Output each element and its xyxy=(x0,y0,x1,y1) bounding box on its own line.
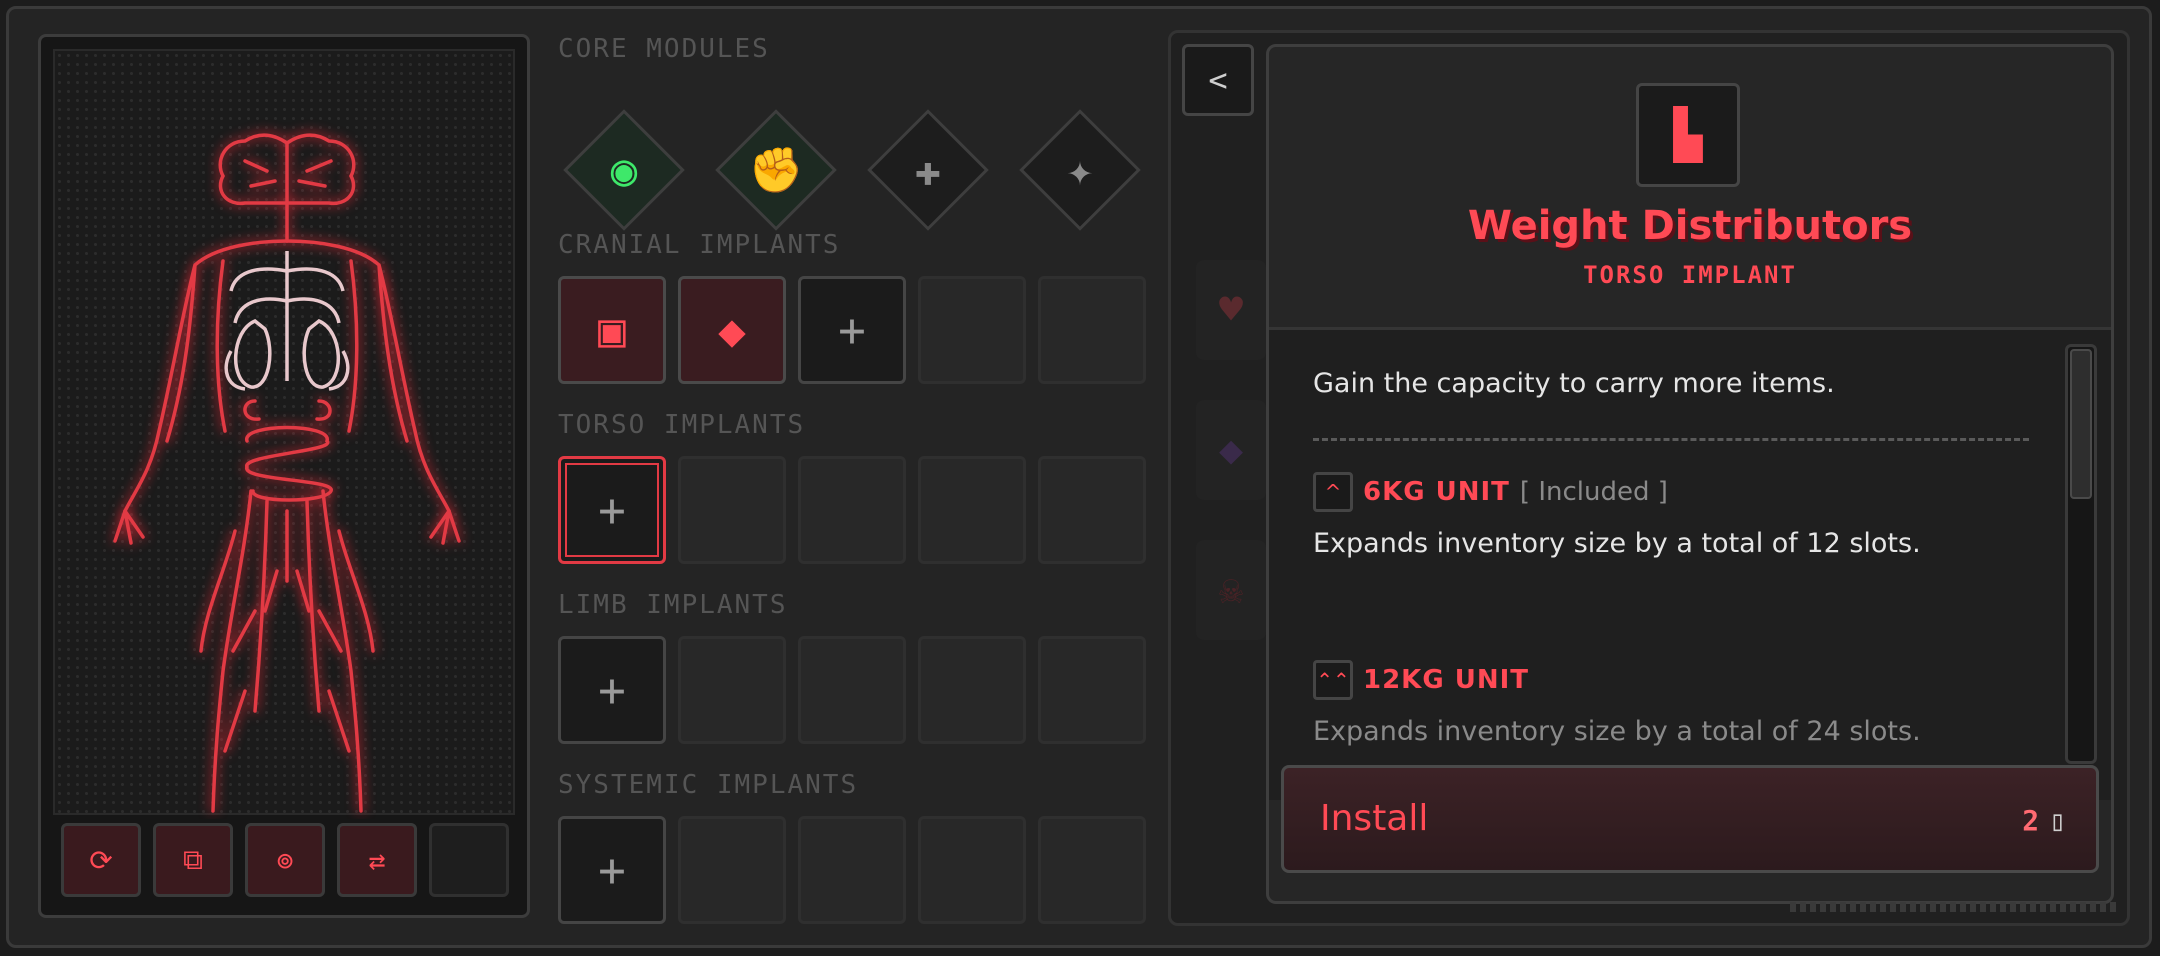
weight-bars-icon: ▙ xyxy=(1636,83,1740,187)
left-arm xyxy=(123,239,289,513)
intestines xyxy=(245,425,333,502)
core-module-fist[interactable]: ✊ xyxy=(714,108,838,232)
add-limb-icon: ✚ xyxy=(914,144,942,196)
systemic-empty-slot xyxy=(678,816,786,924)
eye-icon: ◉ xyxy=(610,144,638,196)
cranial-slot-1[interactable]: ▣ xyxy=(558,276,666,384)
systemic-empty-slot xyxy=(1038,816,1146,924)
ghost-skull-icon: ☠ xyxy=(1196,540,1266,640)
systemic-empty-slot xyxy=(798,816,906,924)
limb-implants-label: LIMB IMPLANTS xyxy=(558,590,788,620)
translate-tool-button[interactable]: ⇄ xyxy=(337,823,417,897)
tier-6kg: ^ 6KG UNIT [ Included ] Expands inventor… xyxy=(1313,472,1993,566)
chip-implant-icon: ▣ xyxy=(598,303,626,357)
tier-1-icon: ^ xyxy=(1313,472,1353,512)
systemic-slots: + xyxy=(558,816,1146,924)
body-diagram-panel: ⟳ ⧉ ⊚ ⇄ xyxy=(38,34,530,918)
cranial-empty-slot xyxy=(1038,276,1146,384)
scrollbar-thumb[interactable] xyxy=(2070,349,2092,499)
tier-name: 12KG UNIT xyxy=(1363,665,1530,695)
signal-icon: ⊚ xyxy=(276,843,294,877)
fist-icon: ✊ xyxy=(748,145,804,196)
tier-description: Expands inventory size by a total of 12 … xyxy=(1313,528,1921,559)
translate-icon: ⇄ xyxy=(368,843,386,877)
core-module-eye[interactable]: ◉ xyxy=(562,108,686,232)
add-nerve-icon: ✦ xyxy=(1066,144,1094,196)
install-cost: 2 ▯ xyxy=(2022,804,2066,837)
install-button[interactable]: Install 2 ▯ xyxy=(1281,765,2099,873)
layers-tool-button[interactable]: ⧉ xyxy=(153,823,233,897)
item-description: Gain the capacity to carry more items. xyxy=(1313,368,1835,399)
install-label: Install xyxy=(1320,798,1429,839)
right-arm xyxy=(285,239,451,513)
core-module-add-nerve[interactable]: ✦ xyxy=(1018,108,1142,232)
right-leg xyxy=(305,489,375,813)
anatomy-figure xyxy=(113,133,461,813)
rotate-icon: ⟳ xyxy=(89,843,113,877)
cranial-empty-slot xyxy=(918,276,1026,384)
tier-2-icon: ⌃⌃ xyxy=(1313,660,1353,700)
limb-empty-slot xyxy=(918,636,1026,744)
detail-header: ▙ Weight Distributors TORSO IMPLANT xyxy=(1269,47,2111,330)
systemic-implants-label: SYSTEMIC IMPLANTS xyxy=(558,770,859,800)
cranial-slot-2[interactable]: ◆ xyxy=(678,276,786,384)
scrollbar[interactable] xyxy=(2065,344,2097,764)
battery-icon: ▯ xyxy=(2049,804,2066,837)
cranial-implants-label: CRANIAL IMPLANTS xyxy=(558,230,841,260)
torso-empty-slot xyxy=(678,456,786,564)
torso-empty-slot xyxy=(1038,456,1146,564)
cranial-slots: ▣ ◆ + xyxy=(558,276,1146,384)
implant-detail-card: ▙ Weight Distributors TORSO IMPLANT Gain… xyxy=(1266,44,2114,904)
detail-description: Gain the capacity to carry more items. ^… xyxy=(1269,330,2111,800)
install-cost-value: 2 xyxy=(2022,804,2040,837)
limb-empty-slot xyxy=(798,636,906,744)
torso-empty-slot xyxy=(798,456,906,564)
body-diagram xyxy=(53,49,515,815)
divider xyxy=(1313,438,2029,441)
limb-add-slot[interactable]: + xyxy=(558,636,666,744)
item-category: TORSO IMPLANT xyxy=(1583,261,1797,289)
plus-icon: + xyxy=(838,303,866,357)
tier-name: 6KG UNIT xyxy=(1363,477,1510,507)
torso-empty-slot xyxy=(918,456,1026,564)
item-title: Weight Distributors xyxy=(1467,203,1913,249)
limb-empty-slot xyxy=(678,636,786,744)
core-module-add-limb[interactable]: ✚ xyxy=(866,108,990,232)
left-leg xyxy=(199,489,269,813)
chevron-left-icon: < xyxy=(1208,61,1228,99)
ghost-heart-icon: ♥ xyxy=(1196,260,1266,360)
cranial-add-slot[interactable]: + xyxy=(798,276,906,384)
layers-icon: ⧉ xyxy=(183,843,203,876)
limb-slots: + xyxy=(558,636,1146,744)
signal-tool-button[interactable]: ⊚ xyxy=(245,823,325,897)
plus-icon: + xyxy=(598,483,626,537)
plus-icon: + xyxy=(598,663,626,717)
limb-empty-slot xyxy=(1038,636,1146,744)
body-toolbar: ⟳ ⧉ ⊚ ⇄ xyxy=(61,823,509,897)
rotate-tool-button[interactable]: ⟳ xyxy=(61,823,141,897)
core-modules-row: ◉ ✊ ✚ ✦ xyxy=(562,108,1142,232)
systemic-add-slot[interactable]: + xyxy=(558,816,666,924)
torso-add-slot[interactable]: + xyxy=(558,456,666,564)
torso-slots: + xyxy=(558,456,1146,564)
core-modules-label: CORE MODULES xyxy=(558,34,770,64)
ribcage xyxy=(224,251,350,391)
torso-implants-label: TORSO IMPLANTS xyxy=(558,410,806,440)
panel-notch-decoration xyxy=(1790,902,2120,912)
ghost-diamond-icon: ◆ xyxy=(1196,400,1266,500)
tier-description: Expands inventory size by a total of 24 … xyxy=(1313,716,1921,747)
brain-shield-icon: ◆ xyxy=(718,303,746,357)
systemic-empty-slot xyxy=(918,816,1026,924)
empty-tool-slot xyxy=(429,823,509,897)
plus-icon: + xyxy=(598,843,626,897)
back-button[interactable]: < xyxy=(1182,44,1254,116)
tier-tag: [ Included ] xyxy=(1519,477,1668,507)
tier-12kg: ⌃⌃ 12KG UNIT Expands inventory size by a… xyxy=(1313,660,1993,754)
